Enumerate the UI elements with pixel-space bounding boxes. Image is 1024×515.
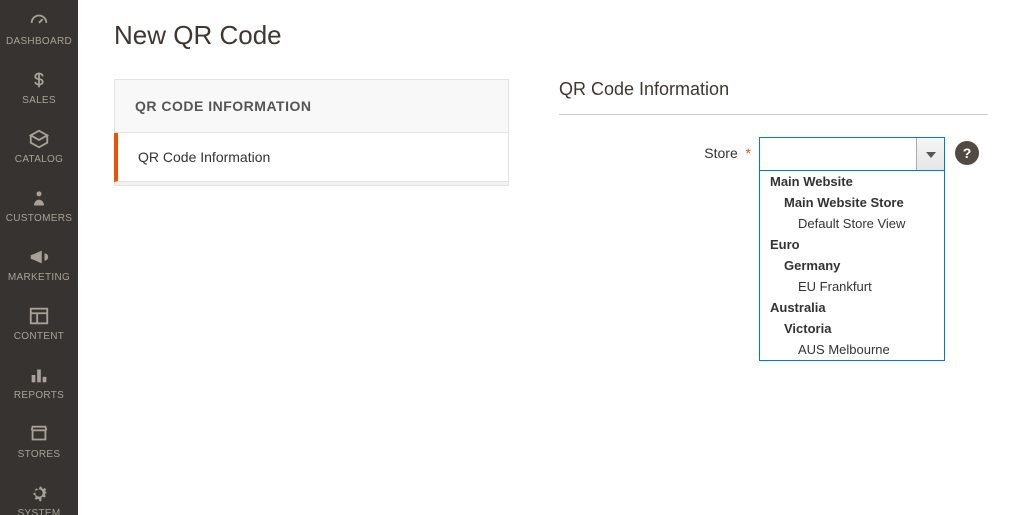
nav-stores[interactable]: STORES: [0, 413, 78, 472]
help-tooltip[interactable]: ?: [955, 141, 979, 165]
store-option[interactable]: Default Store View: [760, 213, 944, 234]
form-row-store: Store * Main WebsiteMain Website StoreDe…: [559, 137, 988, 171]
gear-icon: [28, 482, 50, 504]
nav-label: CUSTOMERS: [6, 213, 72, 224]
store-option[interactable]: AUS Melbourne: [760, 339, 944, 360]
nav-marketing[interactable]: MARKETING: [0, 236, 78, 295]
nav-sales[interactable]: SALES: [0, 59, 78, 118]
store-option[interactable]: EU Frankfurt: [760, 276, 944, 297]
field-label-store: Store *: [559, 137, 759, 161]
main-content: New QR Code QR CODE INFORMATION QR Code …: [78, 0, 1024, 515]
sidebar: DASHBOARD SALES CATALOG CUSTOMERS MARKET…: [0, 0, 78, 515]
panel-spacer: [114, 182, 509, 186]
nav-label: MARKETING: [8, 272, 70, 283]
form-panel: QR Code Information Store * Main We: [559, 79, 988, 186]
label-text: Store: [704, 145, 737, 161]
store-option[interactable]: Victoria: [760, 318, 944, 339]
nav-label: CONTENT: [14, 331, 64, 342]
select-toggle[interactable]: [916, 138, 944, 170]
nav-label: STORES: [18, 449, 61, 460]
nav-system[interactable]: SYSTEM: [0, 472, 78, 515]
section-divider: [559, 114, 988, 115]
nav-catalog[interactable]: CATALOG: [0, 118, 78, 177]
layout-icon: [28, 305, 50, 327]
store-dropdown: Main WebsiteMain Website StoreDefault St…: [759, 171, 945, 361]
nav-label: REPORTS: [14, 390, 64, 401]
tab-qr-info[interactable]: QR Code Information: [114, 133, 509, 182]
nav-content[interactable]: CONTENT: [0, 295, 78, 354]
store-option[interactable]: Germany: [760, 255, 944, 276]
store-select[interactable]: [759, 137, 945, 171]
nav-label: SYSTEM: [18, 508, 61, 515]
required-star: *: [746, 145, 751, 161]
store-option[interactable]: Main Website: [760, 171, 944, 192]
info-panel-header: QR CODE INFORMATION: [114, 79, 509, 133]
nav-customers[interactable]: CUSTOMERS: [0, 177, 78, 236]
store-option[interactable]: Main Website Store: [760, 192, 944, 213]
store-select-wrap: Main WebsiteMain Website StoreDefault St…: [759, 137, 945, 171]
info-panel: QR CODE INFORMATION QR Code Information: [114, 79, 509, 186]
caret-down-icon: [926, 145, 936, 163]
nav-label: DASHBOARD: [6, 36, 72, 47]
page-title: New QR Code: [114, 20, 988, 51]
gauge-icon: [28, 10, 50, 32]
bars-icon: [28, 364, 50, 386]
store-icon: [28, 423, 50, 445]
nav-dashboard[interactable]: DASHBOARD: [0, 0, 78, 59]
nav-reports[interactable]: REPORTS: [0, 354, 78, 413]
person-icon: [29, 187, 49, 209]
store-option[interactable]: Australia: [760, 297, 944, 318]
megaphone-icon: [28, 246, 50, 268]
nav-label: SALES: [22, 95, 56, 106]
box-icon: [28, 128, 50, 150]
section-title: QR Code Information: [559, 79, 988, 100]
dollar-icon: [28, 69, 50, 91]
nav-label: CATALOG: [15, 154, 63, 165]
store-option[interactable]: Euro: [760, 234, 944, 255]
